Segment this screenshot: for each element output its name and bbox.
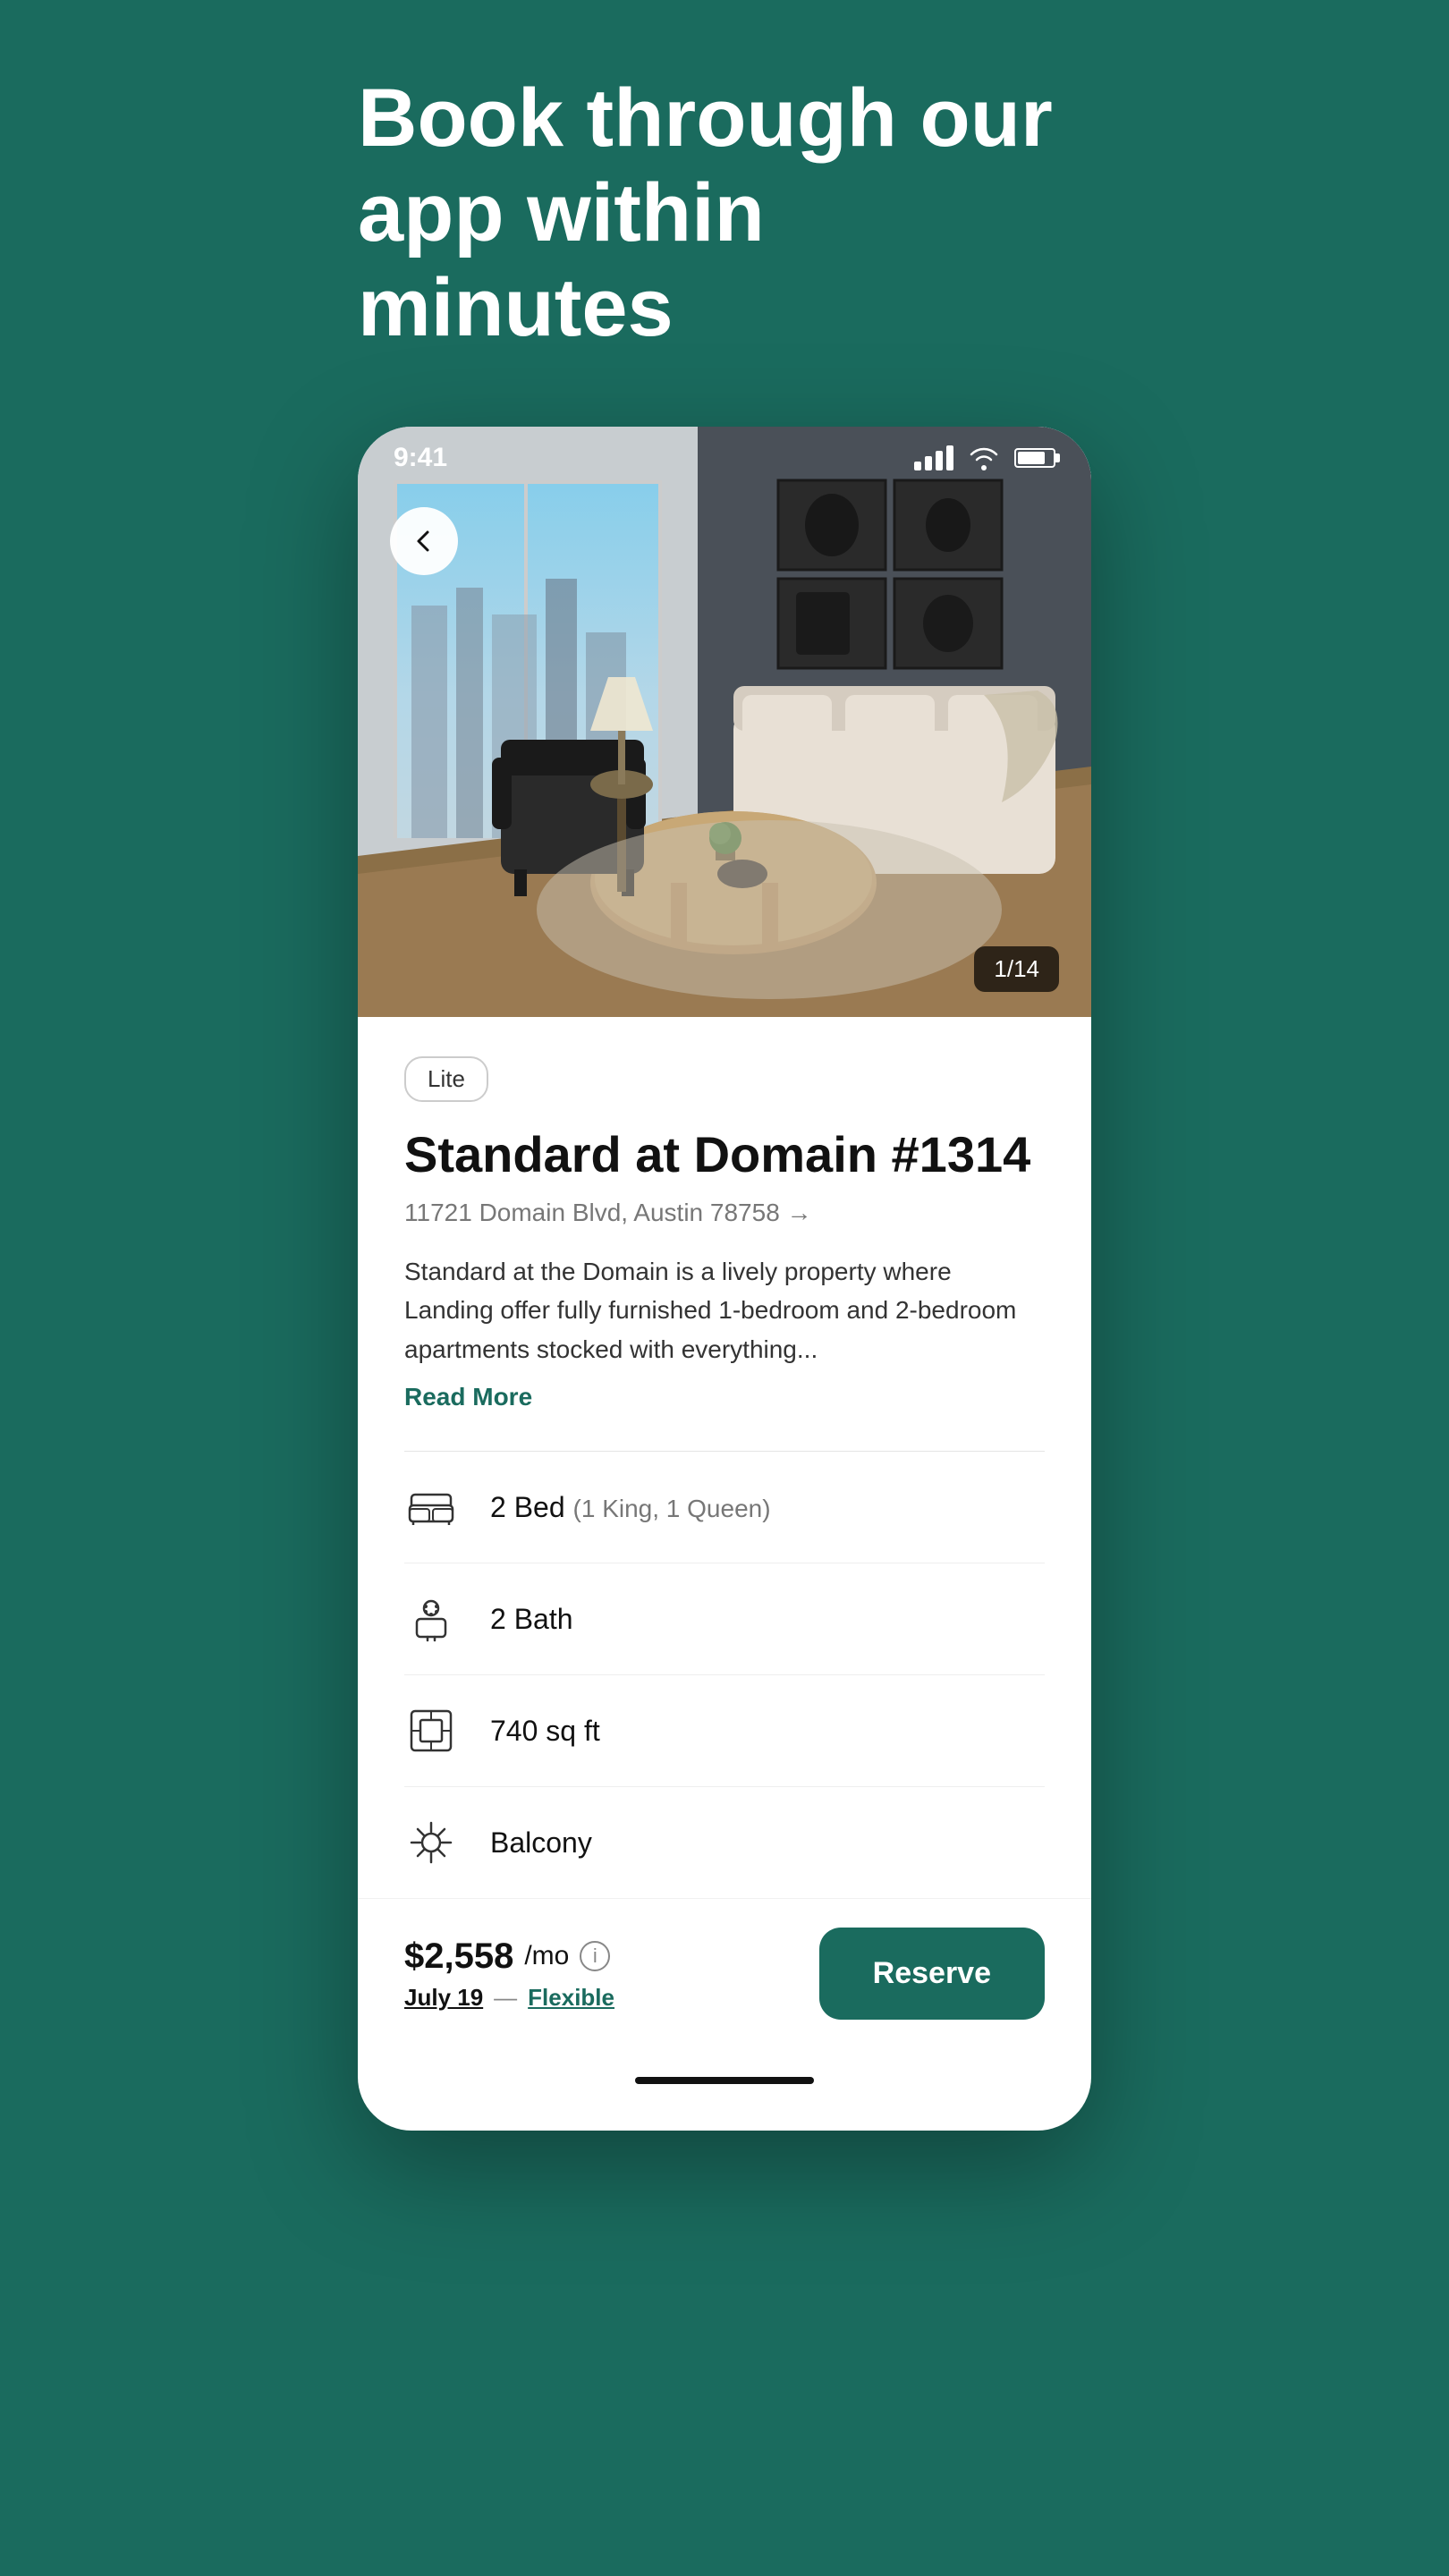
status-icons: [914, 445, 1055, 470]
start-date[interactable]: July 19: [404, 1984, 483, 2012]
bath-icon: [404, 1592, 458, 1646]
amenity-balcony: Balcony: [404, 1787, 1045, 1898]
listing-title: Standard at Domain #1314: [404, 1127, 1045, 1182]
listing-content: Lite Standard at Domain #1314 11721 Doma…: [358, 1017, 1091, 1898]
home-indicator: [635, 2077, 814, 2084]
price-period: /mo: [524, 1941, 569, 1971]
reserve-button[interactable]: Reserve: [819, 1928, 1045, 2020]
amenity-bed: 2 Bed (1 King, 1 Queen): [404, 1452, 1045, 1563]
signal-icon: [914, 445, 953, 470]
back-button[interactable]: [390, 507, 458, 575]
image-counter: 1/14: [974, 946, 1059, 992]
amenity-sqft: 740 sq ft: [404, 1675, 1045, 1787]
sqft-icon: [404, 1704, 458, 1758]
balcony-icon: [404, 1816, 458, 1869]
wifi-icon: [968, 445, 1000, 470]
price-section: $2,558 /mo i July 19 — Flexible: [404, 1936, 614, 2012]
listing-badge: Lite: [404, 1056, 488, 1102]
price-info-icon[interactable]: i: [580, 1941, 610, 1971]
phone-frame: 9:41: [358, 427, 1091, 2131]
flexible-link[interactable]: Flexible: [528, 1984, 614, 2012]
status-bar: 9:41: [358, 427, 1091, 489]
balcony-label: Balcony: [490, 1826, 592, 1860]
bath-label: 2 Bath: [490, 1603, 573, 1636]
status-time: 9:41: [394, 443, 447, 473]
amenity-bath: 2 Bath: [404, 1563, 1045, 1675]
pricing-bar: $2,558 /mo i July 19 — Flexible Reserve: [358, 1898, 1091, 2063]
room-photo: [358, 427, 1091, 1017]
listing-address: 11721 Domain Blvd, Austin 78758 →: [404, 1199, 1045, 1227]
battery-icon: [1014, 448, 1055, 468]
bed-label: 2 Bed (1 King, 1 Queen): [490, 1491, 771, 1524]
listing-description: Standard at the Domain is a lively prope…: [404, 1252, 1045, 1368]
sqft-label: 740 sq ft: [490, 1715, 600, 1748]
price-amount: $2,558: [404, 1936, 513, 1977]
page-headline: Book through our app within minutes: [358, 72, 1091, 355]
bed-icon: [404, 1480, 458, 1534]
read-more-link[interactable]: Read More: [404, 1383, 1045, 1411]
amenities-list: 2 Bed (1 King, 1 Queen): [404, 1452, 1045, 1898]
listing-image-section: 9:41: [358, 427, 1091, 1017]
